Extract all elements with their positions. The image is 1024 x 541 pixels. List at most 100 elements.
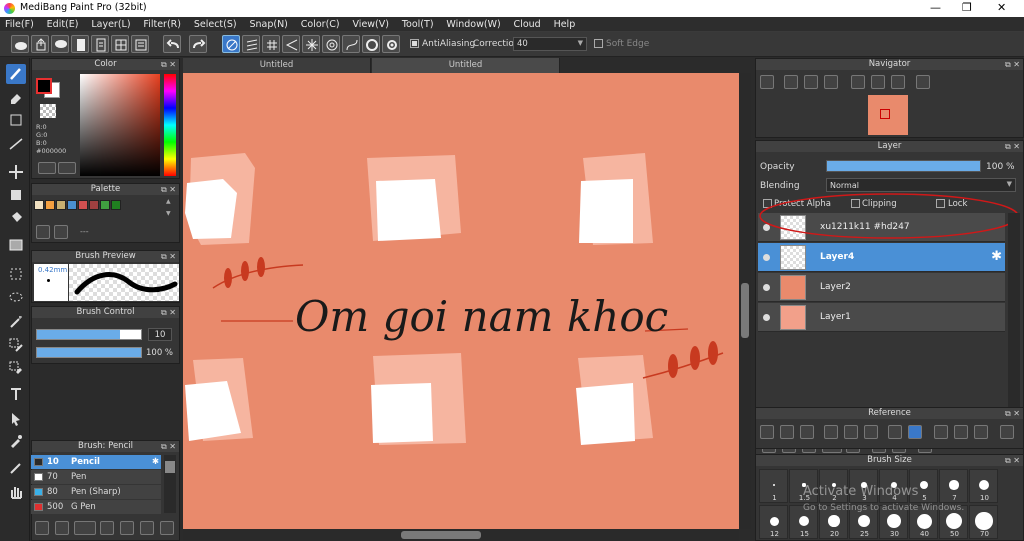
brush-size-option[interactable]: 1 xyxy=(759,469,788,503)
trash-icon[interactable] xyxy=(160,521,174,535)
cloud-icon[interactable] xyxy=(760,425,774,439)
palette-swatch[interactable] xyxy=(78,200,88,210)
flip-icon[interactable] xyxy=(1000,425,1014,439)
palette-swatch[interactable] xyxy=(34,200,44,210)
redo-icon[interactable] xyxy=(189,35,207,53)
scroll-thumb[interactable] xyxy=(165,461,175,473)
gear-icon[interactable]: ✱ xyxy=(152,455,159,469)
zoom-in-icon[interactable] xyxy=(824,425,838,439)
eyedropper-icon[interactable] xyxy=(6,431,26,451)
palette-swatch[interactable] xyxy=(67,200,77,210)
layer-item-layer4[interactable]: Layer4 ✱ xyxy=(758,243,1005,272)
circle-snap-icon[interactable] xyxy=(322,35,340,53)
minimize-button[interactable]: — xyxy=(930,1,941,14)
eraser-tool-icon[interactable] xyxy=(6,88,26,108)
rotate-left-icon[interactable] xyxy=(851,75,865,89)
soft-edge-checkbox[interactable] xyxy=(594,39,603,48)
panel-close-icon[interactable]: ⧉ ✕ xyxy=(161,441,176,452)
vanishing-snap-icon[interactable] xyxy=(362,35,380,53)
layer-scrollbar[interactable] xyxy=(1008,213,1020,435)
triangle-down-icon[interactable]: ▼ xyxy=(166,210,171,217)
foreground-color-swatch[interactable] xyxy=(36,78,52,94)
copy-brush-icon[interactable] xyxy=(55,521,69,535)
layout-icon[interactable] xyxy=(111,35,129,53)
parallel-snap-icon[interactable] xyxy=(242,35,260,53)
rotate-left-icon[interactable] xyxy=(934,425,948,439)
palette-swatch[interactable] xyxy=(89,200,99,210)
palette-swatch[interactable] xyxy=(56,200,66,210)
gear-icon[interactable]: ✱ xyxy=(991,249,1002,264)
add-palette-icon[interactable] xyxy=(36,225,50,239)
scroll-thumb[interactable] xyxy=(401,531,481,539)
saturation-value-picker[interactable] xyxy=(80,74,160,176)
brush-item-pen-sharp[interactable]: 80 Pen (Sharp) xyxy=(31,485,161,499)
select-pen-icon[interactable] xyxy=(6,335,26,355)
triangle-up-icon[interactable]: ▲ xyxy=(166,198,171,205)
menu-file[interactable]: File(F) xyxy=(0,17,39,32)
brush-size-slider[interactable] xyxy=(36,329,142,340)
flip-icon[interactable] xyxy=(916,75,930,89)
operation-tool-icon[interactable] xyxy=(6,409,26,429)
hue-slider[interactable] xyxy=(164,74,176,176)
close-icon[interactable] xyxy=(800,425,814,439)
zoom-out-icon[interactable] xyxy=(824,75,838,89)
hand-tool-icon[interactable] xyxy=(908,425,922,439)
menu-color[interactable]: Color(C) xyxy=(296,17,345,32)
angle-snap-icon[interactable] xyxy=(282,35,300,53)
correction-select[interactable]: 40 ▼ xyxy=(513,37,587,51)
add-brush-icon[interactable] xyxy=(35,521,49,535)
comment-icon[interactable] xyxy=(51,35,69,53)
canvas-horizontal-scrollbar[interactable] xyxy=(183,529,739,541)
panel-close-icon[interactable]: ⧉ ✕ xyxy=(1005,408,1020,419)
drawing-canvas[interactable]: Om goi nam khoc xyxy=(183,73,739,529)
fill-rect-tool-icon[interactable] xyxy=(6,185,26,205)
undo-icon[interactable] xyxy=(163,35,181,53)
eye-icon[interactable] xyxy=(763,254,770,261)
brush-size-field[interactable]: 10 xyxy=(148,328,172,341)
brush-size-option[interactable]: 12 xyxy=(759,505,788,539)
curve-snap-icon[interactable] xyxy=(342,35,360,53)
folder-icon[interactable] xyxy=(120,521,134,535)
zoom-in-icon[interactable] xyxy=(784,75,798,89)
panel-close-icon[interactable]: ⧉ ✕ xyxy=(161,307,176,318)
panel-close-icon[interactable]: ⧉ ✕ xyxy=(161,251,176,262)
navigator-viewport[interactable] xyxy=(880,109,890,119)
tab-untitled-2[interactable]: Untitled xyxy=(372,58,560,73)
layer-item-layer1[interactable]: Layer1 xyxy=(758,303,1005,332)
maximize-button[interactable]: ❐ xyxy=(962,1,972,14)
scroll-thumb[interactable] xyxy=(741,283,749,338)
no-snap-icon[interactable] xyxy=(222,35,240,53)
rotate-right-icon[interactable] xyxy=(891,75,905,89)
folder-icon[interactable] xyxy=(780,425,794,439)
radial-snap-icon[interactable] xyxy=(302,35,320,53)
navigator-back-icon[interactable] xyxy=(760,75,774,89)
gradation-tool-icon[interactable] xyxy=(6,235,26,255)
panel-close-icon[interactable]: ⧉ ✕ xyxy=(1005,141,1020,152)
menu-layer[interactable]: Layer(L) xyxy=(86,17,135,32)
brush-size-option[interactable]: 70 xyxy=(969,505,998,539)
panel-close-icon[interactable]: ⧉ ✕ xyxy=(161,59,176,70)
menu-select[interactable]: Select(S) xyxy=(189,17,242,32)
select-tool-icon[interactable] xyxy=(6,264,26,284)
panel-close-icon[interactable]: ⧉ ✕ xyxy=(1005,59,1020,70)
rotate-right-icon[interactable] xyxy=(974,425,988,439)
color-option-button[interactable] xyxy=(58,162,76,174)
brush-size-option[interactable]: 10 xyxy=(969,469,998,503)
eyedropper-icon[interactable] xyxy=(888,425,902,439)
layer-opacity-slider[interactable] xyxy=(826,160,981,172)
palette-swatch[interactable] xyxy=(100,200,110,210)
magic-wand-icon[interactable] xyxy=(6,312,26,332)
fit-icon[interactable] xyxy=(804,75,818,89)
palette-swatch[interactable] xyxy=(111,200,121,210)
menu-edit[interactable]: Edit(E) xyxy=(42,17,84,32)
trash-icon[interactable] xyxy=(54,225,68,239)
eye-icon[interactable] xyxy=(763,284,770,291)
gear-icon[interactable] xyxy=(382,35,400,53)
export-icon[interactable] xyxy=(31,35,49,53)
zoom-out-icon[interactable] xyxy=(864,425,878,439)
layer-item-layer2[interactable]: Layer2 xyxy=(758,273,1005,302)
menu-snap[interactable]: Snap(N) xyxy=(244,17,292,32)
grid-snap-icon[interactable] xyxy=(262,35,280,53)
rectangle-tool-icon[interactable] xyxy=(6,110,26,130)
transparent-swatch[interactable] xyxy=(40,104,56,118)
